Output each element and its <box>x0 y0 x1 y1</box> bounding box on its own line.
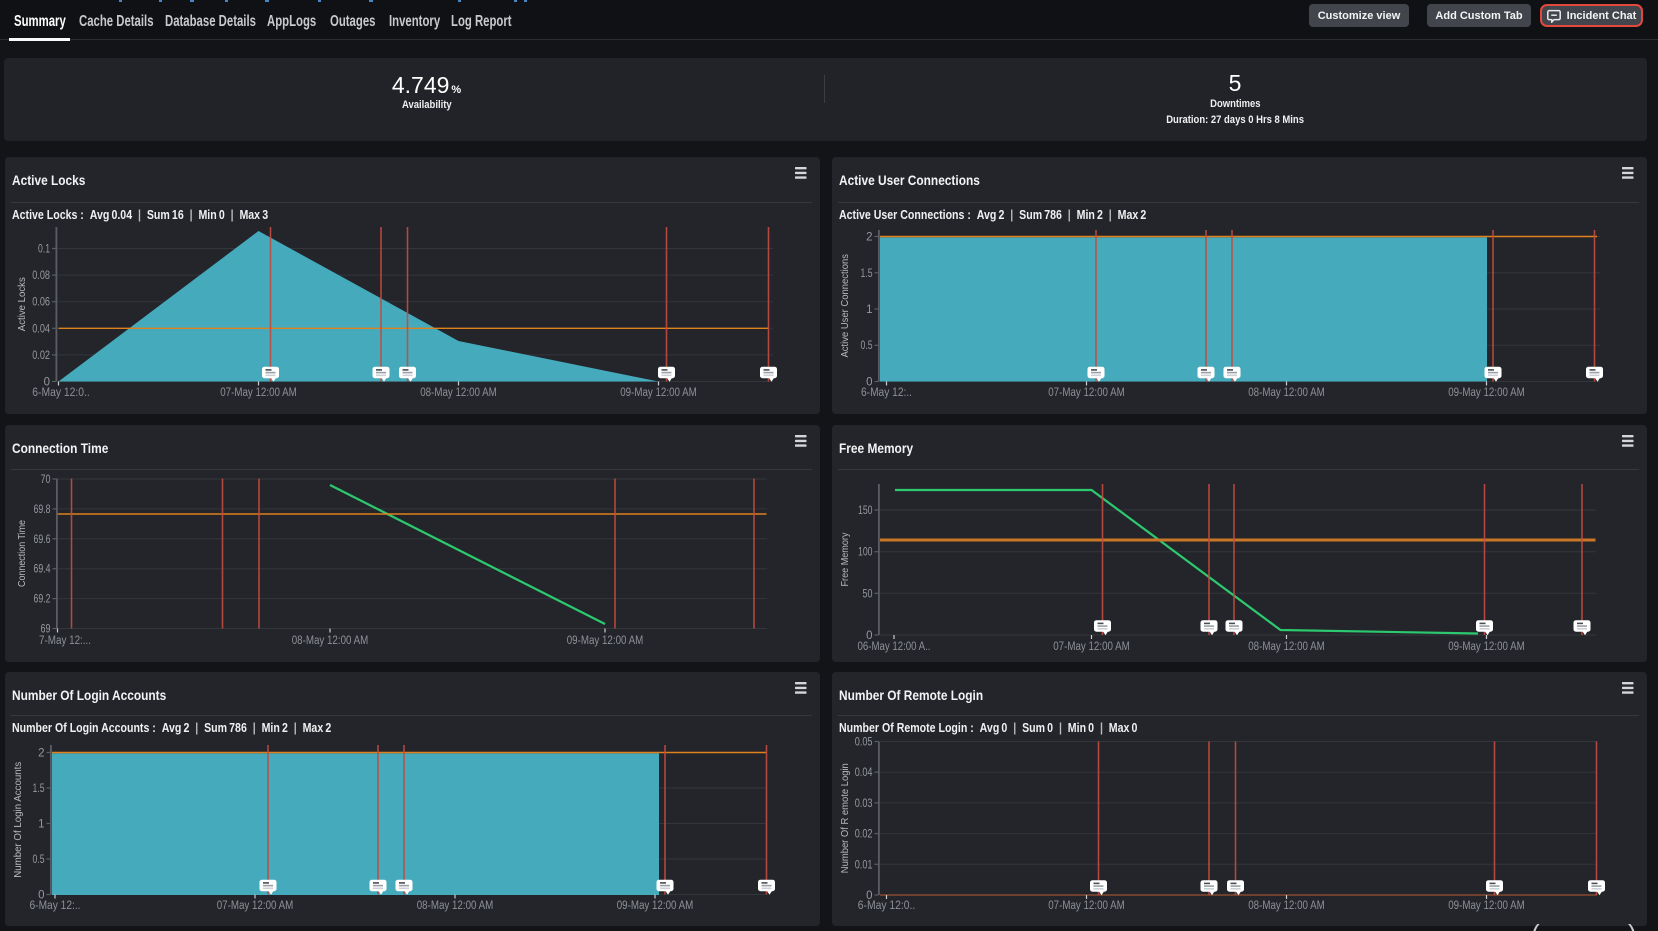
svg-text:1: 1 <box>38 819 44 831</box>
svg-text:Number Of Login Accounts: Number Of Login Accounts <box>12 762 24 878</box>
svg-text:2: 2 <box>866 232 872 244</box>
svg-text:50: 50 <box>863 588 873 600</box>
svg-text:7-May 12:...: 7-May 12:... <box>39 635 91 647</box>
svg-text:08-May 12:00 AM: 08-May 12:00 AM <box>1248 900 1325 912</box>
svg-text:Free Memory: Free Memory <box>839 532 851 587</box>
svg-text:1.5: 1.5 <box>33 783 45 795</box>
svg-text:0.03: 0.03 <box>855 798 873 810</box>
svg-text:09-May 12:00 AM: 09-May 12:00 AM <box>620 387 697 399</box>
svg-text:0.06: 0.06 <box>32 297 50 309</box>
svg-text:08-May 12:00 AM: 08-May 12:00 AM <box>417 900 494 912</box>
svg-text:Active Locks: Active Locks <box>16 277 28 331</box>
svg-text:09-May 12:00 AM: 09-May 12:00 AM <box>617 900 694 912</box>
svg-text:69.8: 69.8 <box>34 504 51 516</box>
svg-text:100: 100 <box>858 547 873 559</box>
svg-text:2: 2 <box>38 748 44 760</box>
svg-text:07-May 12:00 AM: 07-May 12:00 AM <box>1048 387 1125 399</box>
svg-text:Number Of R emote Login: Number Of R emote Login <box>839 763 851 873</box>
svg-text:0.02: 0.02 <box>32 350 50 362</box>
svg-text:08-May 12:00 AM: 08-May 12:00 AM <box>1248 387 1325 399</box>
svg-text:07-May 12:00 AM: 07-May 12:00 AM <box>217 900 294 912</box>
svg-text:6-May 12:..: 6-May 12:.. <box>30 900 81 912</box>
svg-text:0.5: 0.5 <box>861 340 873 352</box>
svg-text:07-May 12:00 AM: 07-May 12:00 AM <box>1048 900 1125 912</box>
svg-text:0.08: 0.08 <box>32 270 50 282</box>
svg-text:70: 70 <box>41 474 51 486</box>
svg-text:09-May 12:00 AM: 09-May 12:00 AM <box>1448 900 1525 912</box>
svg-text:6-May 12:0..: 6-May 12:0.. <box>32 387 90 399</box>
svg-text:0.1: 0.1 <box>38 244 50 256</box>
svg-text:0.04: 0.04 <box>855 767 873 779</box>
svg-text:08-May 12:00 AM: 08-May 12:00 AM <box>420 387 497 399</box>
svg-text:1.5: 1.5 <box>861 268 873 280</box>
svg-text:0.02: 0.02 <box>855 829 873 841</box>
svg-text:6-May 12:0..: 6-May 12:0.. <box>858 900 916 912</box>
svg-text:09-May 12:00 AM: 09-May 12:00 AM <box>1448 387 1525 399</box>
svg-text:Connection Time: Connection Time <box>16 520 28 587</box>
svg-text:0.04: 0.04 <box>32 323 50 335</box>
svg-text:07-May 12:00 AM: 07-May 12:00 AM <box>220 387 297 399</box>
svg-text:6-May 12:..: 6-May 12:.. <box>861 387 912 399</box>
svg-text:0.01: 0.01 <box>855 859 873 871</box>
svg-text:08-May 12:00 AM: 08-May 12:00 AM <box>1248 641 1325 653</box>
svg-text:150: 150 <box>858 505 873 517</box>
svg-text:0.5: 0.5 <box>33 854 45 866</box>
svg-text:07-May 12:00 AM: 07-May 12:00 AM <box>1053 641 1130 653</box>
svg-text:1: 1 <box>866 304 872 316</box>
svg-text:0.05: 0.05 <box>855 737 873 749</box>
svg-text:69.4: 69.4 <box>34 564 51 576</box>
svg-text:Active User Connections: Active User Connections <box>839 254 851 357</box>
svg-text:69: 69 <box>41 624 51 636</box>
svg-text:09-May 12:00 AM: 09-May 12:00 AM <box>567 635 644 647</box>
svg-text:69.6: 69.6 <box>34 534 51 546</box>
svg-text:69.2: 69.2 <box>34 594 51 606</box>
svg-text:06-May 12:00 A..: 06-May 12:00 A.. <box>858 641 931 653</box>
svg-text:08-May 12:00 AM: 08-May 12:00 AM <box>292 635 369 647</box>
svg-text:09-May 12:00 AM: 09-May 12:00 AM <box>1448 641 1525 653</box>
